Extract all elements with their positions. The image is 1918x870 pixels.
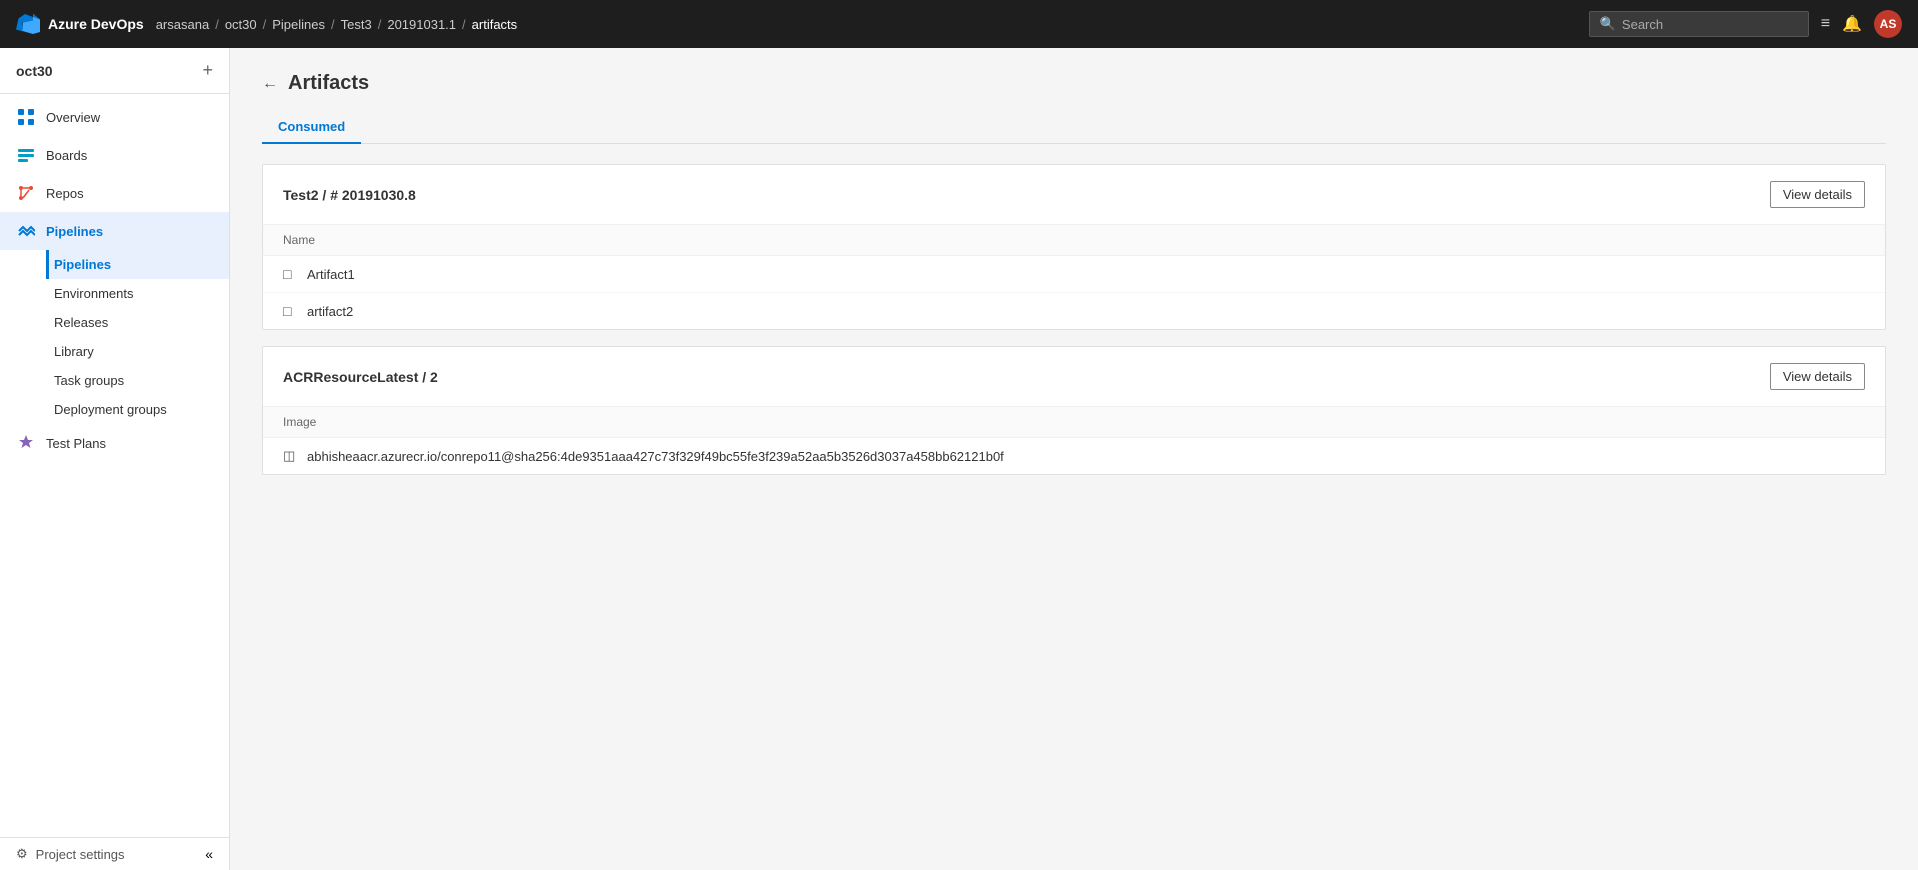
- breadcrumb: arsasana / oct30 / Pipelines / Test3 / 2…: [156, 17, 1577, 32]
- container-image-1: abhisheaacr.azurecr.io/conrepo11@sha256:…: [307, 449, 1004, 464]
- search-icon: 🔍: [1600, 16, 1616, 32]
- artifact-name-2: artifact2: [307, 304, 353, 319]
- breadcrumb-test3[interactable]: Test3: [341, 17, 372, 32]
- breadcrumb-pipelines[interactable]: Pipelines: [272, 17, 325, 32]
- artifact-icon-1: □: [283, 266, 299, 282]
- card-2-header: ACRResourceLatest / 2 View details: [263, 347, 1885, 407]
- card-2-section-label: Image: [263, 407, 1885, 438]
- sidebar-item-boards[interactable]: Boards: [0, 136, 229, 174]
- breadcrumb-arsasana[interactable]: arsasana: [156, 17, 209, 32]
- container-icon-1: ◫: [283, 448, 299, 464]
- sidebar-sub-label-environments: Environments: [54, 286, 133, 301]
- boards-icon: [16, 145, 36, 165]
- sidebar-sub-label-library: Library: [54, 344, 94, 359]
- artifact-row-artifact2: □ artifact2: [263, 293, 1885, 329]
- artifact-row-artifact1: □ Artifact1: [263, 256, 1885, 293]
- search-placeholder: Search: [1622, 17, 1663, 32]
- artifact-icon-2: □: [283, 303, 299, 319]
- sidebar-item-pipelines[interactable]: Pipelines: [0, 212, 229, 250]
- collapse-icon[interactable]: «: [205, 846, 213, 862]
- sidebar-item-overview[interactable]: Overview: [0, 98, 229, 136]
- sidebar-sub-pipelines: Pipelines Environments Releases Library …: [0, 250, 229, 424]
- card-2-title: ACRResourceLatest / 2: [283, 369, 438, 385]
- sidebar-item-label-boards: Boards: [46, 148, 87, 163]
- view-details-button-1[interactable]: View details: [1770, 181, 1865, 208]
- project-settings-item[interactable]: ⚙ Project settings: [16, 846, 125, 862]
- sidebar-item-test-plans[interactable]: Test Plans: [0, 424, 229, 462]
- notifications-icon[interactable]: 🔔: [1842, 14, 1862, 34]
- sidebar-sub-item-library[interactable]: Library: [46, 337, 229, 366]
- main-layout: oct30 + Overview Boards: [0, 48, 1918, 870]
- project-name: oct30: [16, 63, 53, 79]
- sidebar-item-label-test-plans: Test Plans: [46, 436, 106, 451]
- artifact-card-1: Test2 / # 20191030.8 View details Name □…: [262, 164, 1886, 330]
- card-1-header: Test2 / # 20191030.8 View details: [263, 165, 1885, 225]
- sidebar-header: oct30 +: [0, 48, 229, 94]
- test-plans-icon: [16, 433, 36, 453]
- card-1-title: Test2 / # 20191030.8: [283, 187, 416, 203]
- back-button[interactable]: ←: [262, 75, 278, 93]
- sidebar-sub-item-environments[interactable]: Environments: [46, 279, 229, 308]
- sidebar-sub-label-pipelines: Pipelines: [54, 257, 111, 272]
- azure-devops-logo: [16, 12, 40, 36]
- view-details-button-2[interactable]: View details: [1770, 363, 1865, 390]
- avatar[interactable]: AS: [1874, 10, 1902, 38]
- breadcrumb-oct30[interactable]: oct30: [225, 17, 257, 32]
- container-row-1: ◫ abhisheaacr.azurecr.io/conrepo11@sha25…: [263, 438, 1885, 474]
- sidebar-nav: Overview Boards Repos Pipe: [0, 94, 229, 837]
- sidebar-sub-item-releases[interactable]: Releases: [46, 308, 229, 337]
- content-area: ← Artifacts Consumed Test2 / # 20191030.…: [230, 48, 1918, 870]
- breadcrumb-build[interactable]: 20191031.1: [387, 17, 456, 32]
- sidebar-sub-label-releases: Releases: [54, 315, 108, 330]
- settings-gear-icon: ⚙: [16, 846, 28, 862]
- card-1-section-label: Name: [263, 225, 1885, 256]
- sidebar-sub-item-pipelines[interactable]: Pipelines: [46, 250, 229, 279]
- artifact-name-1: Artifact1: [307, 267, 355, 282]
- overview-icon: [16, 107, 36, 127]
- artifact-card-2: ACRResourceLatest / 2 View details Image…: [262, 346, 1886, 475]
- sidebar-sub-label-task-groups: Task groups: [54, 373, 124, 388]
- add-project-button[interactable]: +: [202, 60, 213, 81]
- project-settings-label: Project settings: [36, 847, 125, 862]
- sidebar-footer: ⚙ Project settings «: [0, 837, 229, 870]
- sidebar-sub-item-deployment-groups[interactable]: Deployment groups: [46, 395, 229, 424]
- logo-text: Azure DevOps: [48, 16, 144, 32]
- topbar-icons: ≡ 🔔 AS: [1821, 10, 1902, 38]
- sidebar-item-label-pipelines: Pipelines: [46, 224, 103, 239]
- sidebar-item-repos[interactable]: Repos: [0, 174, 229, 212]
- sidebar-sub-item-task-groups[interactable]: Task groups: [46, 366, 229, 395]
- logo[interactable]: Azure DevOps: [16, 12, 144, 36]
- page-title: Artifacts: [288, 72, 369, 95]
- search-box[interactable]: 🔍 Search: [1589, 11, 1809, 37]
- breadcrumb-artifacts: artifacts: [472, 17, 518, 32]
- sidebar: oct30 + Overview Boards: [0, 48, 230, 870]
- pipelines-icon: [16, 221, 36, 241]
- tab-consumed[interactable]: Consumed: [262, 111, 361, 144]
- topbar: Azure DevOps arsasana / oct30 / Pipeline…: [0, 0, 1918, 48]
- tabs-bar: Consumed: [262, 111, 1886, 144]
- repos-icon: [16, 183, 36, 203]
- settings-icon[interactable]: ≡: [1821, 15, 1830, 33]
- sidebar-item-label-overview: Overview: [46, 110, 100, 125]
- page-header: ← Artifacts: [262, 72, 1886, 95]
- sidebar-item-label-repos: Repos: [46, 186, 84, 201]
- sidebar-sub-label-deployment-groups: Deployment groups: [54, 402, 167, 417]
